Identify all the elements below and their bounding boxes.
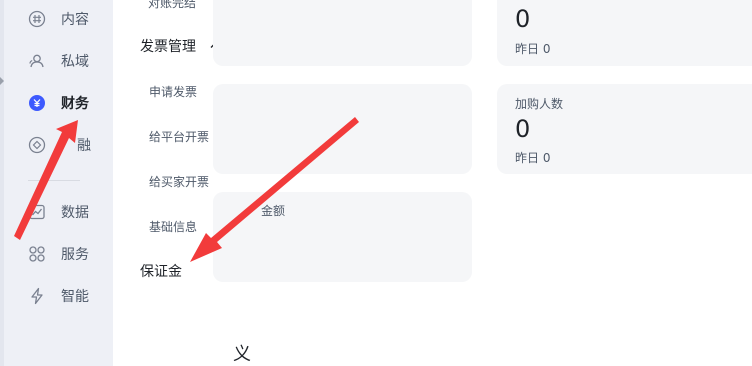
nav-item-private[interactable]: 私域 <box>28 50 89 72</box>
submenu-item-buyer-invoice[interactable]: 给买家开票 <box>149 173 209 190</box>
section-text: 义 <box>233 344 251 365</box>
card-sub: 昨日 0 <box>515 151 551 165</box>
submenu-item-platform-invoice[interactable]: 给平台开票 <box>149 128 209 145</box>
nav-item-service[interactable]: 服务 <box>28 243 89 265</box>
invoice-section-toggle[interactable]: 发票管理 <box>140 36 220 56</box>
nav-item-label: 内容 <box>61 12 89 28</box>
stat-card: 0 昨日 0 <box>497 0 752 66</box>
stat-card <box>213 84 472 174</box>
nav-rail: 内容 私域 财务 融 数据 服务 智能 <box>0 0 113 366</box>
stat-card: 加购人数 0 昨日 0 <box>497 84 752 174</box>
submenu-item-apply-invoice[interactable]: 申请发票 <box>149 83 197 100</box>
submenu-item-deposit[interactable]: 保证金 <box>140 261 182 281</box>
nav-item-label: 服务 <box>61 247 89 263</box>
nav-item-label: 智能 <box>61 289 89 305</box>
nav-item-content[interactable]: 内容 <box>28 8 89 30</box>
nav-item-smart[interactable]: 智能 <box>28 285 89 307</box>
submenu-item-basic-info[interactable]: 基础信息 <box>149 218 197 235</box>
nav-item-label: 财务 <box>61 96 89 112</box>
stat-card: 金额 <box>213 192 472 282</box>
lightning-icon <box>28 287 46 305</box>
main-content: 金额 0 昨日 0 加购人数 0 昨日 0 义 <box>213 0 752 366</box>
card-sub: 昨日 0 <box>515 42 551 56</box>
hash-circle-icon <box>28 10 46 28</box>
users-icon <box>28 52 46 70</box>
line-chart-icon <box>28 203 46 221</box>
card-value: 0 <box>515 5 531 33</box>
card-title: 加购人数 <box>515 97 564 111</box>
rail-edge <box>0 0 4 366</box>
nav-item-label: 融 <box>77 138 91 154</box>
nav-item-finance-2[interactable]: 融 <box>28 134 91 156</box>
nav-item-label: 数据 <box>61 205 89 221</box>
card-value: 0 <box>515 115 531 143</box>
section-title: 发票管理 <box>140 39 196 55</box>
collapse-caret-icon[interactable] <box>0 77 4 85</box>
rail-divider <box>28 180 80 181</box>
yuan-circle-icon <box>28 94 46 112</box>
nav-item-label: 私域 <box>61 54 89 70</box>
grid-four-icon <box>28 245 46 263</box>
stat-card <box>213 0 472 66</box>
card-title: 金额 <box>261 204 286 218</box>
diamond-circle-icon <box>28 136 46 154</box>
submenu-item-reconcile[interactable]: 对账完结 <box>148 0 196 11</box>
nav-item-data[interactable]: 数据 <box>28 201 89 223</box>
nav-item-finance[interactable]: 财务 <box>28 92 89 114</box>
